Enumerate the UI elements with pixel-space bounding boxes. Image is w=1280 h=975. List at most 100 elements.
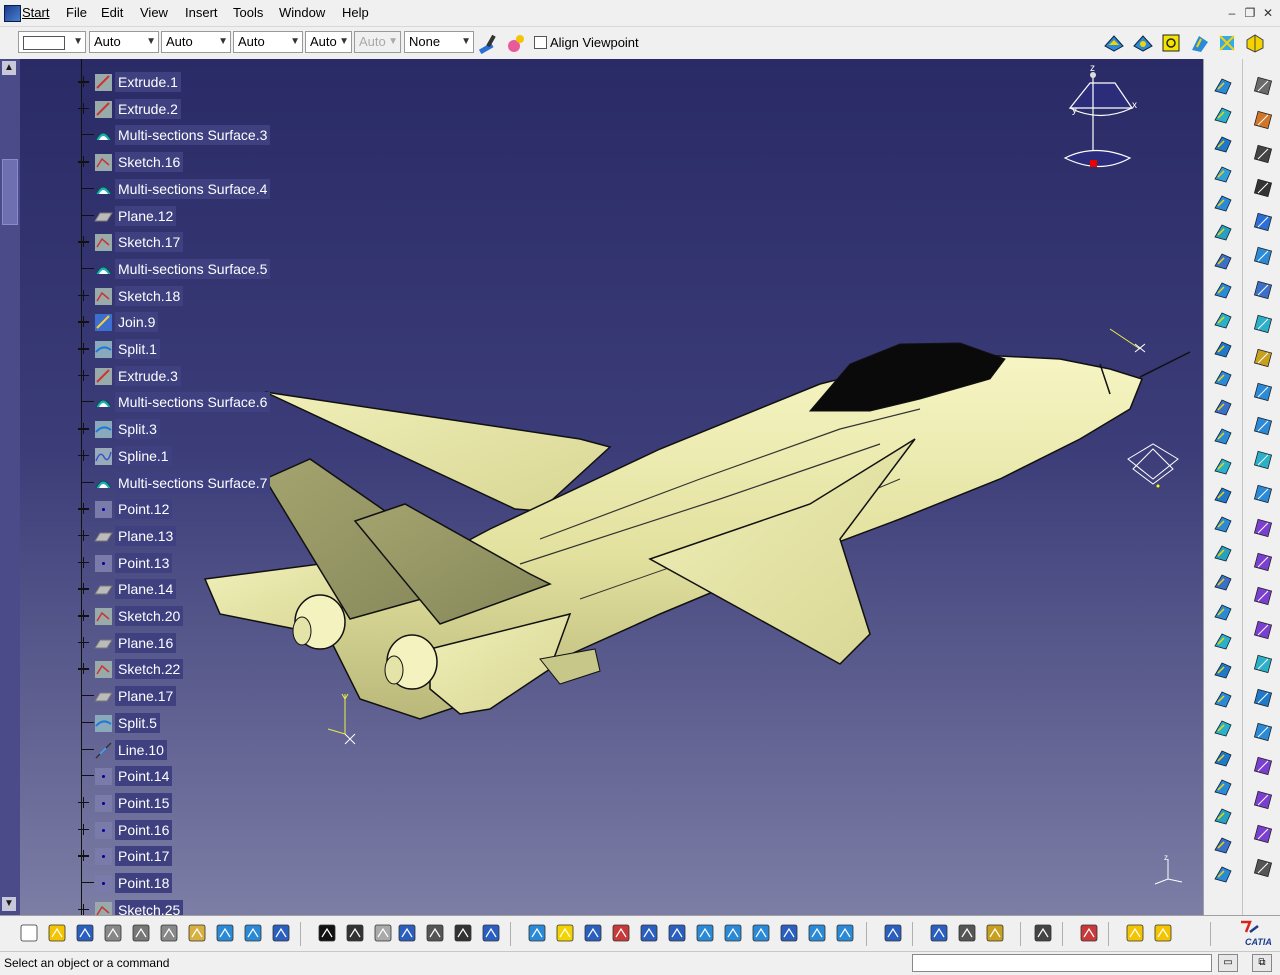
toolbar-tool-icon[interactable] [722, 922, 744, 944]
expand-plus-icon[interactable] [78, 610, 89, 621]
tree-item-label[interactable]: Sketch.16 [115, 152, 184, 173]
operation-tool-icon[interactable] [1252, 551, 1274, 573]
operation-tool-icon[interactable] [1252, 585, 1274, 607]
surface-tool-icon[interactable] [1212, 104, 1234, 126]
toolbar-tool-icon[interactable] [666, 922, 688, 944]
3d-viewport[interactable]: z x y z Extrude.1 Extrude.2 Multi-sections… [20, 59, 1203, 915]
thickness-combo[interactable]: Auto ▼ [161, 31, 231, 53]
scroll-thumb[interactable] [2, 159, 18, 225]
menu-edit[interactable]: Edit [101, 5, 123, 21]
tree-item-label[interactable]: Plane.16 [115, 632, 177, 653]
operation-tool-icon[interactable] [1252, 653, 1274, 675]
toolbar-tool-icon[interactable] [610, 922, 632, 944]
tree-item-label[interactable]: Sketch.20 [115, 606, 184, 626]
layer-combo[interactable]: Auto ▼ [305, 31, 352, 53]
tree-item-label[interactable]: Plane.12 [115, 205, 177, 226]
tree-item-label[interactable]: Multi-sections Surface.4 [115, 178, 271, 199]
surface-tool-icon[interactable] [1212, 776, 1234, 798]
toolbar-tool-icon[interactable] [778, 922, 800, 944]
surface-tool-icon[interactable] [1212, 221, 1234, 243]
menu-start[interactable]: Start [22, 5, 49, 21]
operation-tool-icon[interactable] [1252, 211, 1274, 233]
operation-tool-icon[interactable] [1252, 75, 1274, 97]
operation-tool-icon[interactable] [1252, 347, 1274, 369]
menu-window[interactable]: Window [279, 5, 325, 21]
surface-tool-icon[interactable] [1212, 601, 1234, 623]
expand-plus-icon[interactable] [78, 636, 89, 648]
surface-tool-icon[interactable] [1212, 542, 1234, 564]
surface-tool-icon[interactable] [1212, 747, 1234, 769]
operation-tool-icon[interactable] [1252, 619, 1274, 641]
tree-item-label[interactable]: Spline.1 [115, 445, 172, 466]
operation-tool-icon[interactable] [1252, 789, 1274, 811]
surface-tool-icon[interactable] [1212, 250, 1234, 272]
expand-plus-icon[interactable] [78, 236, 89, 248]
toolbar-tool-icon[interactable] [102, 922, 124, 944]
tree-item-label[interactable]: Point.13 [115, 552, 173, 573]
toolbar-tool-icon[interactable] [270, 922, 292, 944]
toolbar-tool-icon[interactable] [928, 922, 950, 944]
expand-plus-icon[interactable] [78, 316, 89, 328]
toolbar-tool-icon[interactable] [214, 922, 236, 944]
render-style-icon[interactable] [1189, 32, 1211, 54]
surface-tool-icon[interactable] [1212, 630, 1234, 652]
restore-icon[interactable]: ❐ [1242, 5, 1258, 21]
toolbar-tool-icon[interactable] [46, 922, 68, 944]
surface-tool-icon[interactable] [1212, 513, 1234, 535]
tree-item-label[interactable]: Sketch.22 [115, 659, 184, 680]
linetype-combo[interactable]: Auto ▼ [89, 31, 159, 53]
expand-plus-icon[interactable] [78, 76, 89, 87]
expand-plus-icon[interactable] [78, 102, 89, 114]
expand-plus-icon[interactable] [78, 423, 89, 435]
toolbar-tool-icon[interactable] [242, 922, 264, 944]
operation-tool-icon[interactable] [1252, 687, 1274, 709]
tree-item-label[interactable]: Point.18 [115, 873, 173, 893]
surface-tool-icon[interactable] [1212, 425, 1234, 447]
surface-tool-icon[interactable] [1212, 717, 1234, 739]
surface-tool-icon[interactable] [1212, 659, 1234, 681]
minimize-icon[interactable]: – [1224, 5, 1240, 21]
surface-tool-icon[interactable] [1212, 863, 1234, 885]
tree-item-label[interactable]: Plane.14 [115, 579, 177, 600]
surface-tool-icon[interactable] [1212, 805, 1234, 827]
toolbar-tool-icon[interactable] [480, 922, 502, 944]
tree-item-label[interactable]: Point.17 [115, 846, 173, 867]
toolbar-tool-icon[interactable] [396, 922, 418, 944]
surface-tool-icon[interactable] [1212, 75, 1234, 97]
surface-tool-icon[interactable] [1212, 133, 1234, 155]
operation-tool-icon[interactable] [1252, 483, 1274, 505]
operation-tool-icon[interactable] [1252, 177, 1274, 199]
surface-tool-icon[interactable] [1212, 367, 1234, 389]
tree-item-label[interactable]: Extrude.1 [115, 72, 181, 92]
none-combo[interactable]: None ▼ [404, 31, 474, 53]
tree-item-label[interactable]: Point.16 [115, 819, 173, 840]
surface-tool-icon[interactable] [1212, 192, 1234, 214]
close-icon[interactable]: ✕ [1260, 5, 1276, 21]
operation-tool-icon[interactable] [1252, 449, 1274, 471]
operation-tool-icon[interactable] [1252, 279, 1274, 301]
tree-item-label[interactable]: Point.14 [115, 766, 173, 787]
expand-plus-icon[interactable] [78, 529, 89, 541]
toolbar-tool-icon[interactable] [424, 922, 446, 944]
toolbar-tool-icon[interactable] [806, 922, 828, 944]
operation-tool-icon[interactable] [1252, 245, 1274, 267]
toolbar-tool-icon[interactable] [694, 922, 716, 944]
surface-tool-icon[interactable] [1212, 834, 1234, 856]
operation-tool-icon[interactable] [1252, 823, 1274, 845]
toolbar-tool-icon[interactable] [750, 922, 772, 944]
painter-icon[interactable] [477, 32, 499, 54]
toolbar-tool-icon[interactable] [344, 922, 366, 944]
tree-item-label[interactable]: Extrude.3 [115, 365, 181, 386]
tree-item-label[interactable]: Split.1 [115, 339, 160, 359]
expand-plus-icon[interactable] [78, 556, 89, 568]
color-combo[interactable]: ▼ [18, 31, 86, 53]
surface-tool-icon[interactable] [1212, 484, 1234, 506]
expand-plus-icon[interactable] [78, 663, 89, 675]
color-sphere-icon[interactable] [505, 32, 527, 54]
menu-view[interactable]: View [140, 5, 168, 21]
tree-item-label[interactable]: Multi-sections Surface.3 [115, 125, 271, 146]
tree-item-label[interactable]: Multi-sections Surface.6 [115, 392, 271, 413]
operation-tool-icon[interactable] [1252, 517, 1274, 539]
expand-plus-icon[interactable] [78, 823, 89, 835]
toolbar-tool-icon[interactable] [956, 922, 978, 944]
